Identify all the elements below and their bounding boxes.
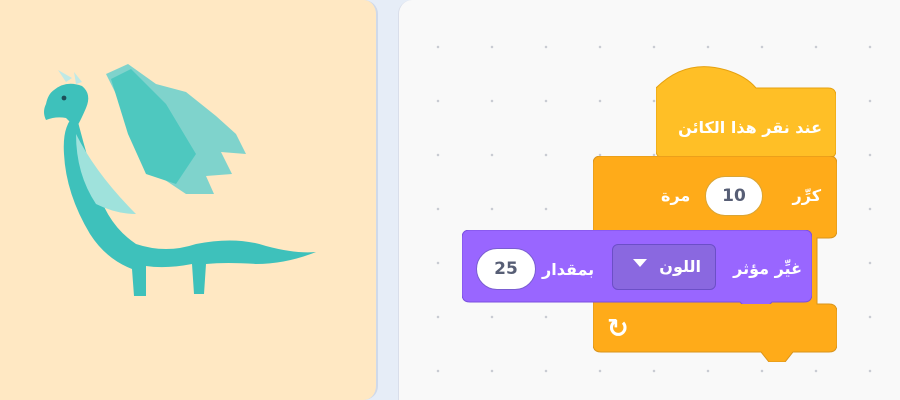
dropdown-arrow-icon — [633, 259, 647, 267]
hat-block-label: عند نقر هذا الكائن — [678, 118, 822, 137]
repeat-label: كرِّر — [792, 186, 821, 205]
repeat-times-label: مرة — [661, 186, 691, 205]
when-sprite-clicked-hat-block[interactable]: عند نقر هذا الكائن — [656, 64, 836, 158]
loop-arrow-icon: ↻ — [607, 314, 629, 344]
repeat-count-input[interactable]: 10 — [705, 176, 763, 216]
effect-type-dropdown[interactable]: اللون — [612, 244, 716, 290]
change-effect-block[interactable]: غيِّر مؤثر اللون بمقدار 25 — [462, 230, 812, 304]
change-effect-label: غيِّر مؤثر — [733, 259, 802, 278]
dragon-sprite[interactable] — [36, 64, 326, 304]
effect-type-value: اللون — [659, 257, 701, 276]
by-amount-label: بمقدار — [542, 260, 595, 279]
effect-amount-input[interactable]: 25 — [476, 248, 536, 290]
stage[interactable] — [0, 0, 378, 400]
